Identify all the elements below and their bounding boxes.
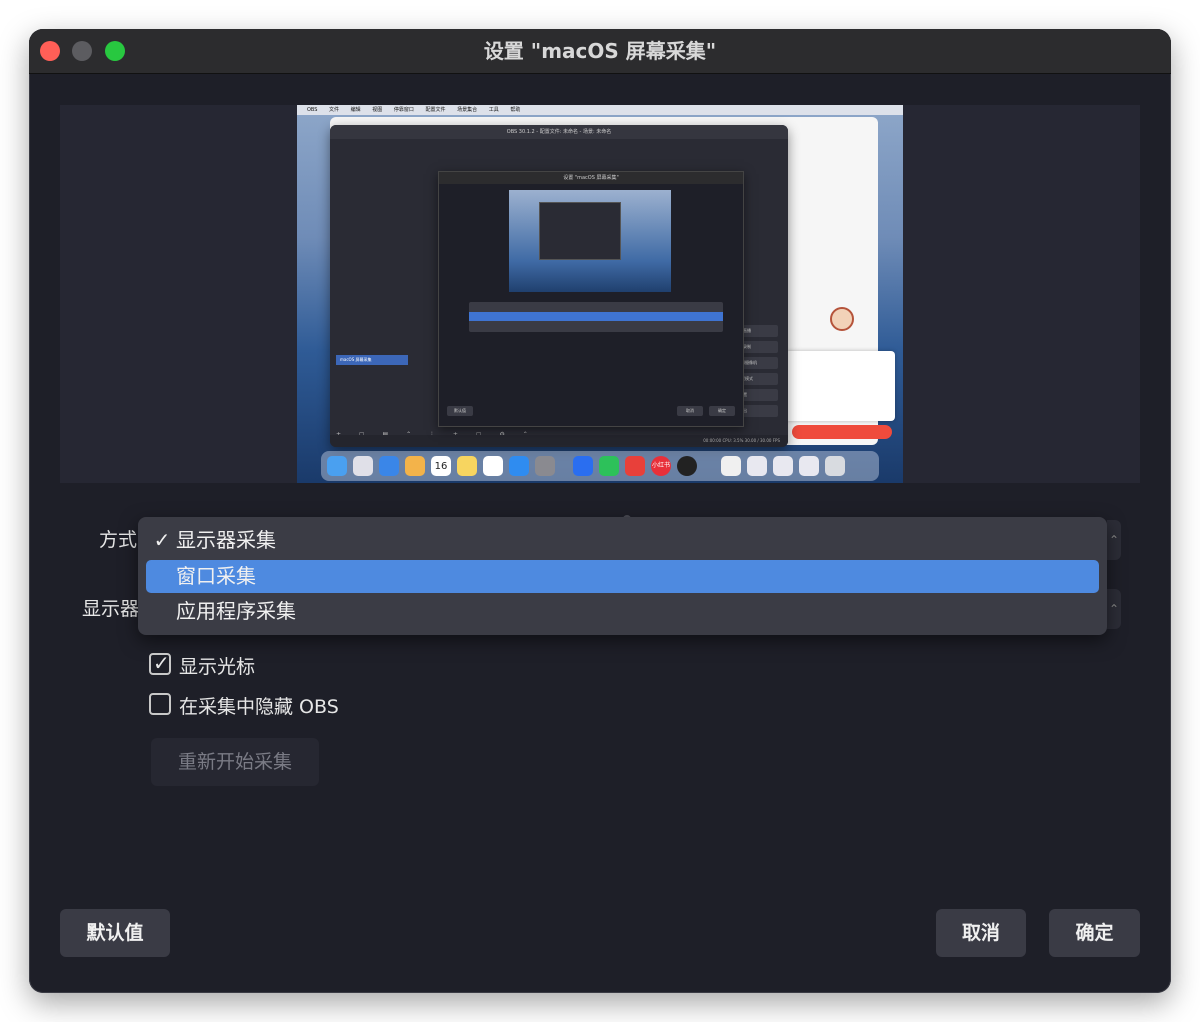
method-select-stepper-icon[interactable]: ⌃: [1107, 520, 1121, 560]
checkmark-icon: ✓: [153, 651, 170, 675]
capture-preview: OBS 文件 编辑 视图 停靠窗口 配置文件 场景集合 工具 帮助 OBS 30…: [60, 105, 1140, 483]
option-label: 应用程序采集: [176, 599, 296, 623]
preview-nested-dialog: 设置 "macOS 屏幕采集" 默认值 取消 确定: [438, 171, 744, 427]
document-icon: [799, 456, 819, 476]
restart-capture-button[interactable]: 重新开始采集: [151, 738, 319, 786]
preview-menu-item: OBS: [307, 107, 318, 113]
photos-icon: [405, 456, 425, 476]
option-label: 窗口采集: [176, 564, 256, 588]
preview-menu-item: 视图: [372, 107, 383, 113]
preview-nested-defaults: 默认值: [447, 406, 473, 416]
preview-menu-item: 停靠窗口: [393, 107, 414, 113]
option-label: 显示器采集: [176, 528, 276, 552]
preview-avatar-icon: [830, 307, 854, 331]
notes-icon: [457, 456, 477, 476]
method-label: 方式: [98, 529, 137, 551]
system-settings-icon: [535, 456, 555, 476]
preview-nested-ok: 确定: [709, 406, 735, 416]
safari-icon: [379, 456, 399, 476]
wps-icon: [625, 456, 645, 476]
trash-icon: [825, 456, 845, 476]
hide-obs-checkbox[interactable]: [149, 693, 171, 715]
preview-menu-item: 配置文件: [425, 107, 446, 113]
preview-status-bar: 00:00:00 CPU: 3.5% 30.00 / 30.00 FPS: [330, 435, 788, 447]
cancel-button[interactable]: 取消: [936, 909, 1026, 957]
wechat-icon: [599, 456, 619, 476]
preview-nested-title: 设置 "macOS 屏幕采集": [439, 172, 743, 184]
window-title: 设置 "macOS 屏幕采集": [483, 39, 717, 63]
preview-nested-preview: [509, 190, 671, 292]
preview-nested-cancel: 取消: [677, 406, 703, 416]
preview-obs-title: OBS 30.1.2 - 配置文件: 未命名 - 场景: 未命名: [330, 125, 788, 139]
preview-popup: [785, 351, 895, 421]
preview-login-button: [792, 425, 892, 439]
preview-menu-item: 文件: [329, 107, 340, 113]
preview-dock: 16 小红书: [321, 451, 879, 481]
title-bar: 设置 "macOS 屏幕采集": [29, 29, 1171, 74]
display-select-stepper-icon[interactable]: ⌃: [1107, 589, 1121, 629]
document-icon: [721, 456, 741, 476]
option-display-capture[interactable]: ✓ 显示器采集: [146, 524, 1099, 557]
preview-menu-item: 编辑: [350, 107, 361, 113]
show-cursor-label: 显示光标: [179, 656, 256, 678]
checkmark-icon: ✓: [153, 528, 171, 552]
show-cursor-checkbox[interactable]: ✓: [149, 651, 171, 675]
preview-nested-selected: [469, 312, 723, 321]
document-icon: [747, 456, 767, 476]
freeform-icon: [483, 456, 503, 476]
defaults-button[interactable]: 默认值: [60, 909, 170, 957]
finder-icon: [327, 456, 347, 476]
method-dropdown-menu: ✓ 显示器采集 窗口采集 应用程序采集: [138, 517, 1107, 635]
preview-menubar: OBS 文件 编辑 视图 停靠窗口 配置文件 场景集合 工具 帮助: [297, 105, 903, 115]
preview-obs-window: OBS 30.1.2 - 配置文件: 未命名 - 场景: 未命名 macOS 屏…: [330, 125, 788, 447]
option-application-capture[interactable]: 应用程序采集: [146, 595, 1099, 628]
app-store-icon: [509, 456, 529, 476]
obs-icon: [677, 456, 697, 476]
preview-desktop-image: OBS 文件 编辑 视图 停靠窗口 配置文件 场景集合 工具 帮助 OBS 30…: [297, 105, 903, 483]
preview-menu-item: 帮助: [510, 107, 521, 113]
feishu-icon: [573, 456, 593, 476]
document-icon: [773, 456, 793, 476]
calendar-icon: 16: [431, 456, 451, 476]
preview-menu-item: 工具: [488, 107, 499, 113]
launchpad-icon: [353, 456, 373, 476]
settings-dialog: 设置 "macOS 屏幕采集" OBS 文件 编辑 视图 停靠窗口 配置文件 场…: [29, 29, 1171, 993]
preview-source-item: macOS 屏幕采集: [336, 355, 408, 365]
preview-menu-item: 场景集合: [457, 107, 478, 113]
hide-obs-label: 在采集中隐藏 OBS: [179, 696, 339, 718]
preview-nested-dropdown: [469, 302, 723, 332]
option-window-capture[interactable]: 窗口采集: [146, 560, 1099, 593]
preview-nested-window: [539, 202, 621, 260]
display-label: 显示器: [81, 598, 139, 620]
xiaohongshu-icon: 小红书: [651, 456, 671, 476]
ok-button[interactable]: 确定: [1049, 909, 1140, 957]
